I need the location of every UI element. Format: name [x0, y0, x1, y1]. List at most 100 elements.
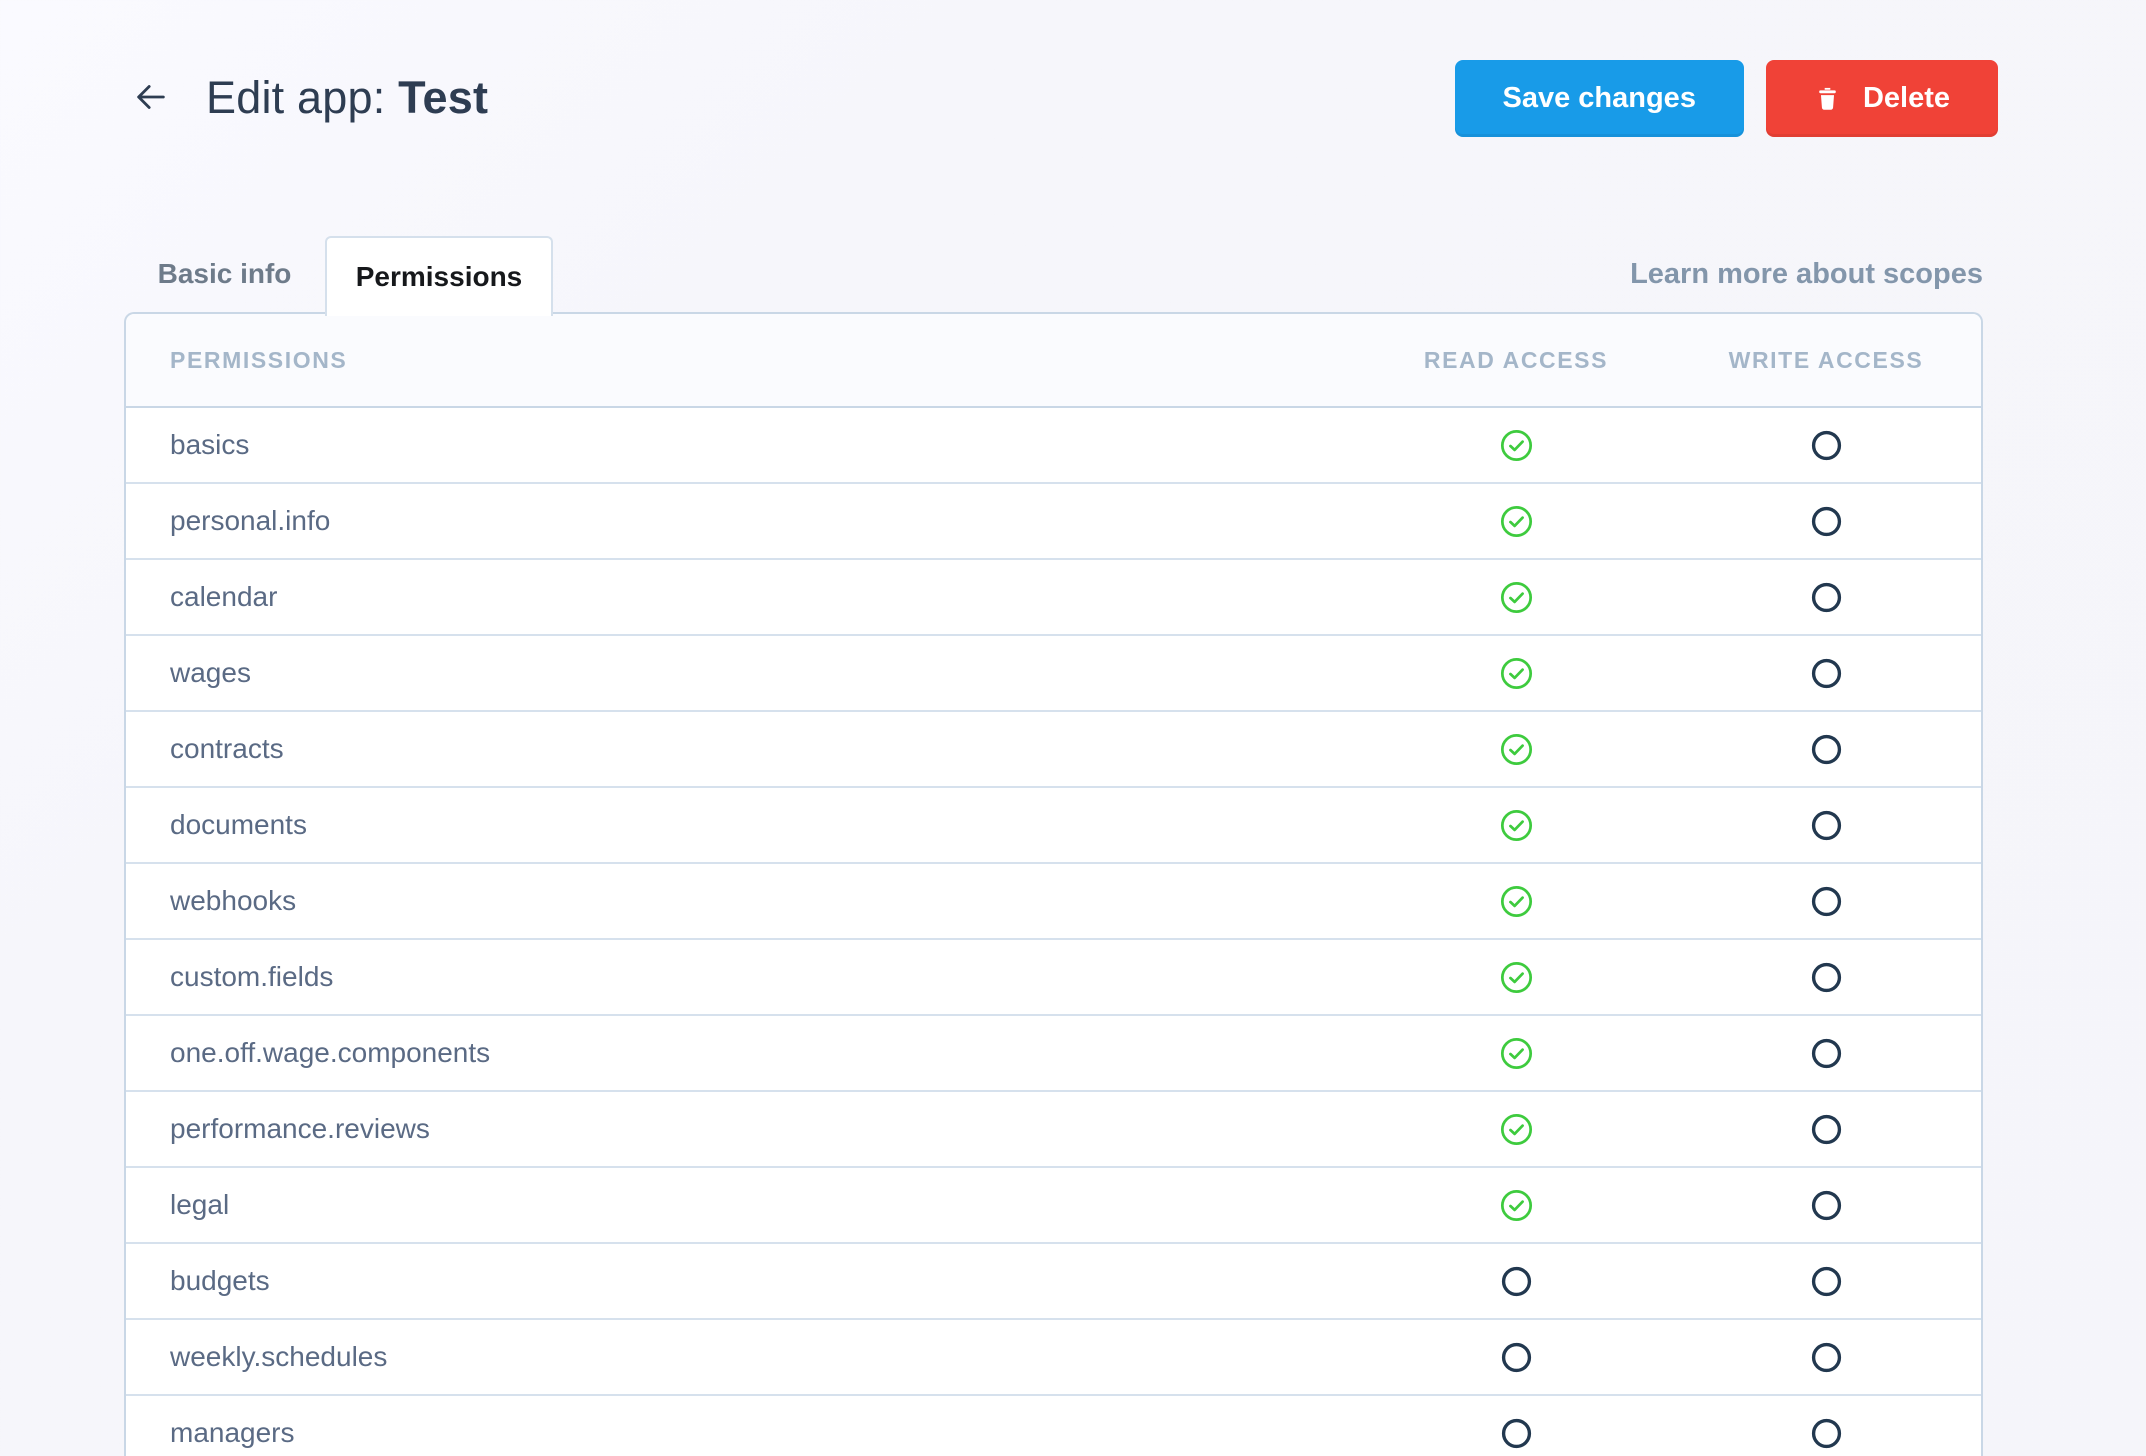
circle-outline-icon: [1501, 1342, 1532, 1373]
tab-basic-info-label: Basic info: [157, 258, 292, 289]
table-row: contracts: [126, 712, 1981, 788]
table-row: managers: [126, 1396, 1981, 1456]
check-circle-icon: [1500, 1037, 1533, 1070]
learn-more-scopes-link[interactable]: Learn more about scopes: [1630, 258, 1983, 291]
circle-outline-icon: [1811, 658, 1842, 689]
check-circle-icon: [1500, 581, 1533, 614]
permission-name: managers: [170, 1417, 295, 1448]
page-title-prefix: Edit app:: [206, 72, 399, 123]
write-access-toggle[interactable]: [1671, 506, 1981, 537]
table-row: budgets: [126, 1244, 1981, 1320]
header-permissions: PERMISSIONS: [170, 346, 348, 373]
check-circle-icon: [1500, 809, 1533, 842]
read-access-toggle[interactable]: [1361, 429, 1671, 462]
write-access-toggle[interactable]: [1671, 1190, 1981, 1221]
write-access-toggle[interactable]: [1671, 962, 1981, 993]
page-title: Edit app: Test: [206, 72, 488, 124]
check-circle-icon: [1500, 505, 1533, 538]
header-read-access: READ ACCESS: [1423, 346, 1609, 373]
permission-name: one.off.wage.components: [170, 1037, 491, 1068]
write-access-toggle[interactable]: [1671, 810, 1981, 841]
circle-outline-icon: [1811, 1114, 1842, 1145]
circle-outline-icon: [1811, 430, 1842, 461]
circle-outline-icon: [1811, 1418, 1842, 1449]
permission-name: legal: [170, 1189, 230, 1220]
arrow-left-icon: [130, 77, 170, 120]
permission-name: personal.info: [170, 505, 331, 536]
write-access-toggle[interactable]: [1671, 1418, 1981, 1449]
read-access-toggle[interactable]: [1361, 809, 1671, 842]
write-access-toggle[interactable]: [1671, 886, 1981, 917]
permission-name: performance.reviews: [170, 1113, 430, 1144]
delete-button[interactable]: Delete: [1765, 59, 1998, 137]
circle-outline-icon: [1811, 1266, 1842, 1297]
write-access-toggle[interactable]: [1671, 430, 1981, 461]
write-access-toggle[interactable]: [1671, 734, 1981, 765]
circle-outline-icon: [1811, 886, 1842, 917]
write-access-toggle[interactable]: [1671, 658, 1981, 689]
circle-outline-icon: [1811, 734, 1842, 765]
check-circle-icon: [1500, 1113, 1533, 1146]
read-access-toggle[interactable]: [1361, 1342, 1671, 1373]
check-circle-icon: [1500, 885, 1533, 918]
permissions-table-header: PERMISSIONS READ ACCESS WRITE ACCESS: [126, 314, 1981, 408]
save-changes-button[interactable]: Save changes: [1454, 59, 1744, 137]
check-circle-icon: [1500, 961, 1533, 994]
circle-outline-icon: [1811, 1190, 1842, 1221]
write-access-toggle[interactable]: [1671, 1342, 1981, 1373]
header-write-access: WRITE ACCESS: [1728, 346, 1924, 373]
back-button[interactable]: [126, 74, 174, 122]
table-row: basics: [126, 408, 1981, 484]
tab-permissions-label: Permissions: [355, 261, 523, 292]
table-row: custom.fields: [126, 940, 1981, 1016]
table-row: wages: [126, 636, 1981, 712]
table-row: weekly.schedules: [126, 1320, 1981, 1396]
table-row: legal: [126, 1168, 1981, 1244]
tab-basic-info[interactable]: Basic info: [124, 236, 325, 312]
permission-name: contracts: [170, 733, 284, 764]
permission-name: budgets: [170, 1265, 270, 1296]
read-access-toggle[interactable]: [1361, 1266, 1671, 1297]
read-access-toggle[interactable]: [1361, 1113, 1671, 1146]
read-access-toggle[interactable]: [1361, 1189, 1671, 1222]
circle-outline-icon: [1811, 962, 1842, 993]
permission-name: weekly.schedules: [170, 1341, 388, 1372]
check-circle-icon: [1500, 657, 1533, 690]
circle-outline-icon: [1811, 582, 1842, 613]
read-access-toggle[interactable]: [1361, 885, 1671, 918]
permission-name: documents: [170, 809, 307, 840]
table-row: performance.reviews: [126, 1092, 1981, 1168]
read-access-toggle[interactable]: [1361, 657, 1671, 690]
topbar: Edit app: Test Save changes Delete: [126, 58, 1998, 138]
permission-name: wages: [170, 657, 251, 688]
check-circle-icon: [1500, 733, 1533, 766]
circle-outline-icon: [1501, 1266, 1532, 1297]
write-access-toggle[interactable]: [1671, 582, 1981, 613]
permission-name: calendar: [170, 581, 278, 612]
save-changes-label: Save changes: [1502, 81, 1696, 114]
page-title-app-name: Test: [398, 72, 489, 123]
table-row: webhooks: [126, 864, 1981, 940]
table-row: personal.info: [126, 484, 1981, 560]
read-access-toggle[interactable]: [1361, 581, 1671, 614]
permissions-table-body: basics personal.info calendar wages cont…: [126, 408, 1981, 1456]
read-access-toggle[interactable]: [1361, 733, 1671, 766]
write-access-toggle[interactable]: [1671, 1266, 1981, 1297]
delete-label: Delete: [1862, 81, 1950, 114]
write-access-toggle[interactable]: [1671, 1114, 1981, 1145]
tab-permissions[interactable]: Permissions: [325, 236, 553, 316]
write-access-toggle[interactable]: [1671, 1038, 1981, 1069]
check-circle-icon: [1500, 1189, 1533, 1222]
circle-outline-icon: [1811, 1342, 1842, 1373]
tabs-row: Basic info Permissions Learn more about …: [124, 236, 1983, 316]
table-row: documents: [126, 788, 1981, 864]
trash-icon: [1814, 85, 1841, 112]
circle-outline-icon: [1501, 1418, 1532, 1449]
read-access-toggle[interactable]: [1361, 1418, 1671, 1449]
table-row: one.off.wage.components: [126, 1016, 1981, 1092]
permission-name: custom.fields: [170, 961, 334, 992]
read-access-toggle[interactable]: [1361, 1037, 1671, 1070]
circle-outline-icon: [1811, 506, 1842, 537]
read-access-toggle[interactable]: [1361, 961, 1671, 994]
read-access-toggle[interactable]: [1361, 505, 1671, 538]
